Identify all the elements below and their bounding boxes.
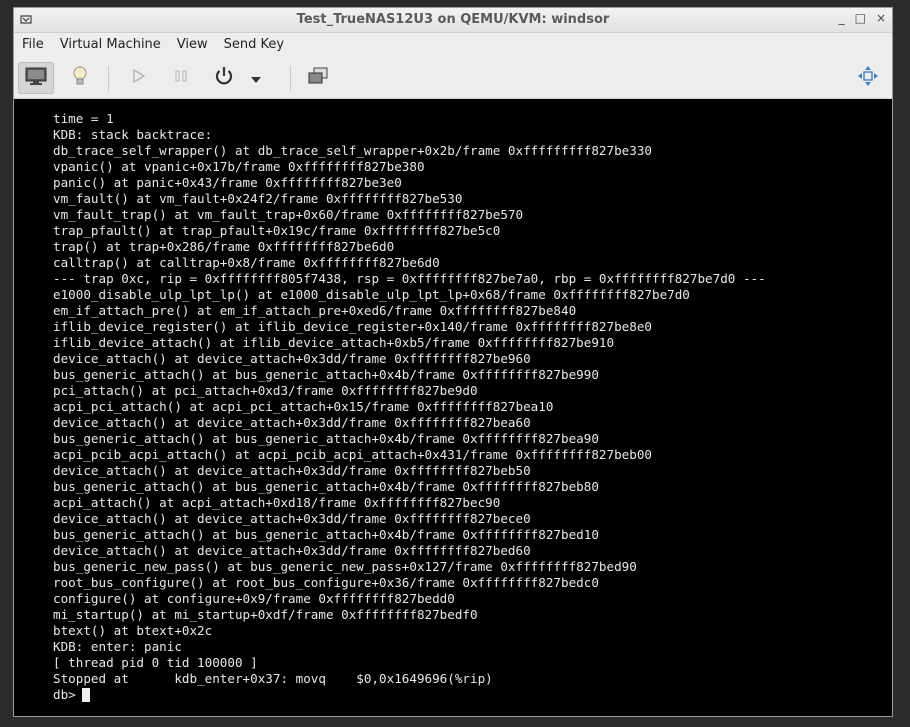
- console-line: device_attach() at device_attach+0x3dd/f…: [53, 463, 531, 478]
- console-line: bus_generic_attach() at bus_generic_atta…: [53, 527, 599, 542]
- window-title: Test_TrueNAS12U3 on QEMU/KVM: windsor: [296, 12, 610, 27]
- text-cursor: [81, 688, 90, 702]
- console-line: root_bus_configure() at root_bus_configu…: [53, 575, 599, 590]
- shutdown-button[interactable]: [206, 62, 242, 94]
- run-button[interactable]: [120, 62, 156, 94]
- console-line: device_attach() at device_attach+0x3dd/f…: [53, 415, 531, 430]
- maximize-button[interactable]: □: [855, 11, 866, 25]
- dropdown-arrow-icon: [251, 69, 261, 88]
- console-view-button[interactable]: [18, 62, 54, 94]
- console-line: panic() at panic+0x43/frame 0xffffffff82…: [53, 175, 402, 190]
- console-line: --- trap 0xc, rip = 0xffffffff805f7438, …: [53, 271, 766, 286]
- menu-bar: File Virtual Machine View Send Key: [14, 33, 892, 57]
- console-line: Stopped at kdb_enter+0x37: movq $0,0x164…: [53, 671, 493, 686]
- debugger-prompt-line[interactable]: db>: [53, 687, 766, 703]
- menu-file[interactable]: File: [14, 33, 52, 57]
- console-line: KDB: enter: panic: [53, 639, 182, 654]
- console-line: btext() at btext+0x2c: [53, 623, 213, 638]
- console-line: device_attach() at device_attach+0x3dd/f…: [53, 351, 531, 366]
- console-line: device_attach() at device_attach+0x3dd/f…: [53, 511, 531, 526]
- console-line: iflib_device_attach() at iflib_device_at…: [53, 335, 615, 350]
- console-line: time = 1: [53, 111, 114, 126]
- console-line: acpi_pci_attach() at acpi_pci_attach+0x1…: [53, 399, 554, 414]
- shutdown-menu-button[interactable]: [246, 62, 266, 94]
- console-line: trap() at trap+0x286/frame 0xffffffff827…: [53, 239, 395, 254]
- console-line: calltrap() at calltrap+0x8/frame 0xfffff…: [53, 255, 440, 270]
- menu-send-key[interactable]: Send Key: [216, 33, 292, 57]
- console-line: trap_pfault() at trap_pfault+0x19c/frame…: [53, 223, 501, 238]
- menu-virtual-machine[interactable]: Virtual Machine: [52, 33, 169, 57]
- console-line: KDB: stack backtrace:: [53, 127, 213, 142]
- lightbulb-icon: [70, 65, 90, 91]
- console-line: mi_startup() at mi_startup+0xdf/frame 0x…: [53, 607, 478, 622]
- toolbar-separator: [290, 66, 291, 92]
- toolbar: [14, 58, 892, 99]
- pause-button[interactable]: [163, 62, 199, 94]
- debugger-prompt: db>: [53, 687, 76, 702]
- power-icon: [213, 65, 235, 91]
- vm-console-display[interactable]: time = 1 KDB: stack backtrace: db_trace_se…: [14, 99, 892, 716]
- console-line: e1000_disable_ulp_lpt_lp() at e1000_disa…: [53, 287, 690, 302]
- minimize-button[interactable]: _: [839, 11, 845, 25]
- fullscreen-button[interactable]: [850, 62, 886, 94]
- console-line: vm_fault_trap() at vm_fault_trap+0x60/fr…: [53, 207, 524, 222]
- monitor-icon: [24, 66, 48, 90]
- console-line: bus_generic_new_pass() at bus_generic_ne…: [53, 559, 637, 574]
- details-view-button[interactable]: [62, 62, 98, 94]
- console-line: device_attach() at device_attach+0x3dd/f…: [53, 543, 531, 558]
- console-output: time = 1 KDB: stack backtrace: db_trace_se…: [53, 111, 766, 703]
- console-line: iflib_device_register() at iflib_device_…: [53, 319, 652, 334]
- console-line: [ thread pid 0 tid 100000 ]: [53, 655, 258, 670]
- screen-background: Test_TrueNAS12U3 on QEMU/KVM: windsor _ …: [0, 0, 910, 727]
- console-line: vpanic() at vpanic+0x17b/frame 0xfffffff…: [53, 159, 425, 174]
- screenshot-button[interactable]: [300, 62, 336, 94]
- console-line: acpi_attach() at acpi_attach+0xd18/frame…: [53, 495, 501, 510]
- vm-window: Test_TrueNAS12U3 on QEMU/KVM: windsor _ …: [13, 7, 893, 717]
- console-line: acpi_pcib_acpi_attach() at acpi_pcib_acp…: [53, 447, 652, 462]
- close-button[interactable]: ×: [876, 11, 886, 25]
- console-line: vm_fault() at vm_fault+0x24f2/frame 0xff…: [53, 191, 463, 206]
- console-line: pci_attach() at pci_attach+0xd3/frame 0x…: [53, 383, 478, 398]
- console-line: db_trace_self_wrapper() at db_trace_self…: [53, 143, 652, 158]
- title-bar[interactable]: Test_TrueNAS12U3 on QEMU/KVM: windsor _ …: [14, 8, 892, 33]
- console-line: bus_generic_attach() at bus_generic_atta…: [53, 431, 599, 446]
- screenshot-icon: [307, 66, 329, 90]
- menu-view[interactable]: View: [169, 33, 216, 57]
- pause-icon: [173, 68, 189, 88]
- console-line: bus_generic_attach() at bus_generic_atta…: [53, 479, 599, 494]
- toolbar-separator: [108, 66, 109, 92]
- fullscreen-move-icon: [857, 65, 879, 91]
- play-icon: [130, 68, 146, 88]
- console-line: bus_generic_attach() at bus_generic_atta…: [53, 367, 599, 382]
- console-line: em_if_attach_pre() at em_if_attach_pre+0…: [53, 303, 577, 318]
- console-line: configure() at configure+0x9/frame 0xfff…: [53, 591, 455, 606]
